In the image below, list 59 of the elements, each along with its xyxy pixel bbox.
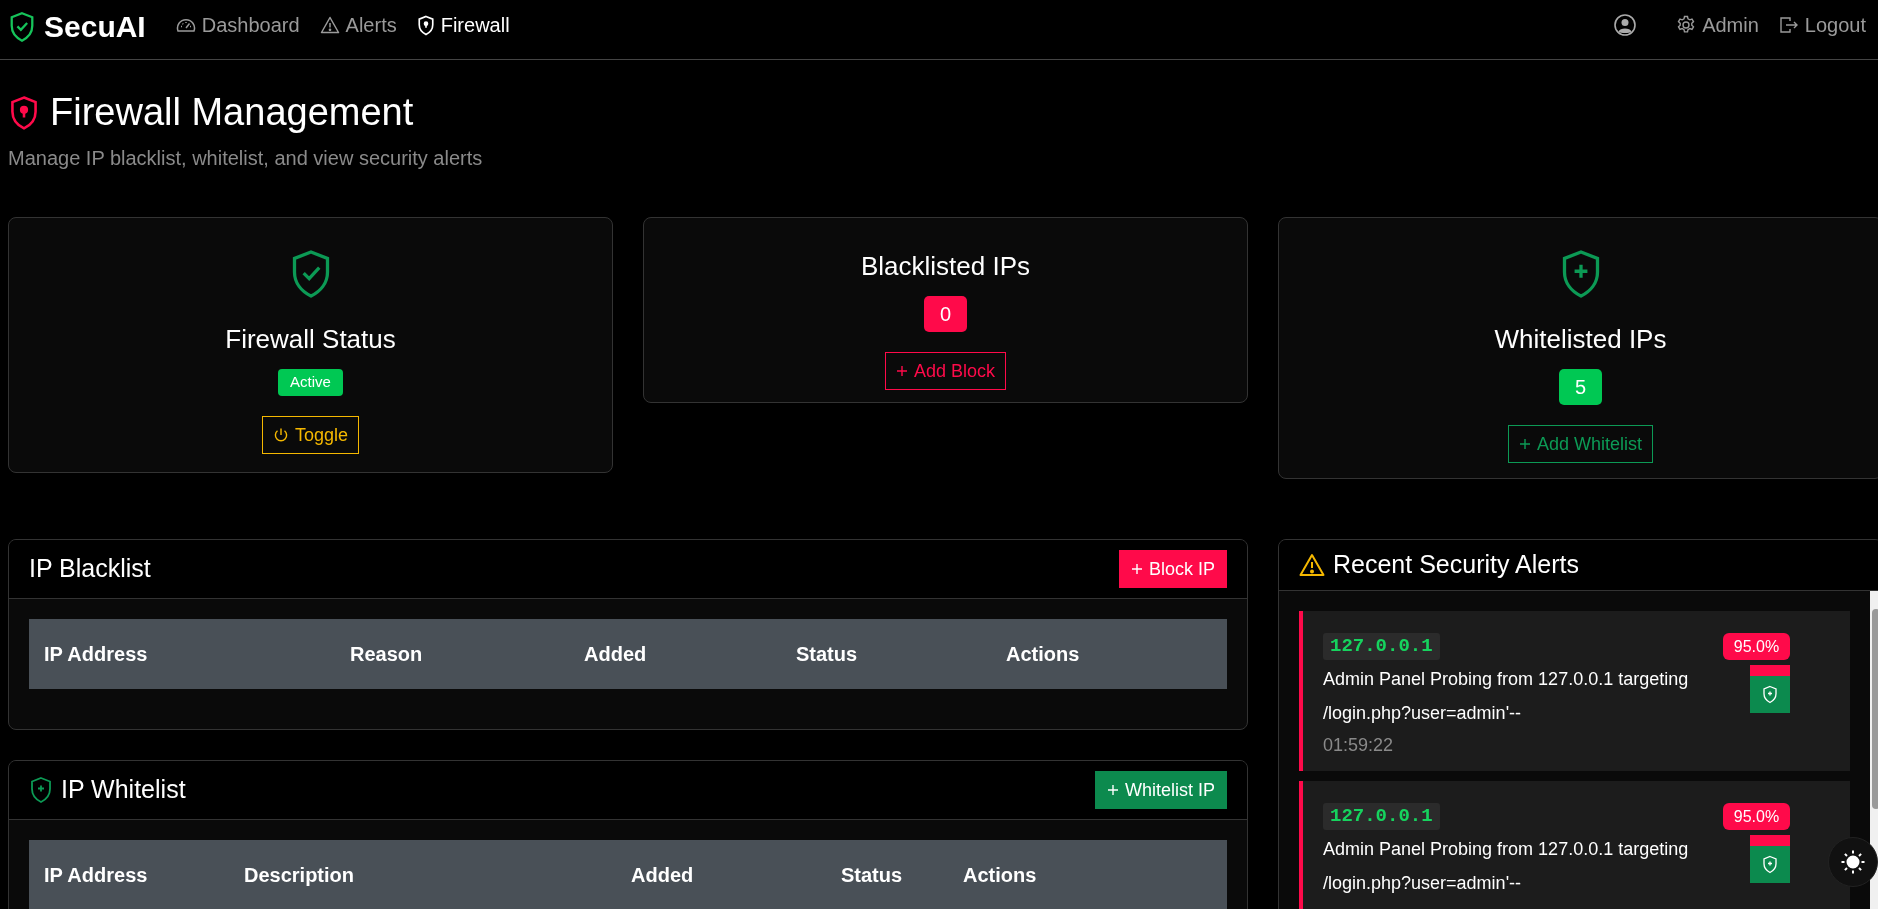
card-title: Firewall Status [225,323,396,356]
card-title: Blacklisted IPs [860,250,1031,283]
gauge-icon [175,17,196,33]
warning-icon [319,16,340,34]
warning-icon [1299,553,1325,577]
user-avatar-icon[interactable] [1614,14,1637,36]
page-title: Firewall Management [50,90,414,135]
shield-plus-icon [1762,685,1778,704]
nav-link[interactable]: Admin [1676,10,1759,40]
alert-message: Admin Panel Probing from 127.0.0.1 targeting /login.php?user=admin'-- [1323,668,1690,725]
card-title: Whitelisted IPs [1494,323,1667,356]
shield-plus-icon [29,776,53,804]
logout-icon [1778,16,1799,34]
nav-link[interactable]: Dashboard [175,10,300,40]
whitelist-ip-button[interactable]: Whitelist IP [1094,771,1227,809]
alert-message: Admin Panel Probing from 127.0.0.1 targeting /login.php?user=admin'-- [1323,838,1690,895]
column-header: Description [244,863,356,888]
count-badge: 5 [1559,369,1602,405]
settings-icon [1676,15,1697,35]
brand-logo[interactable]: SecuAI [44,4,146,49]
shield-lock-icon [8,94,40,131]
shield-check-icon [8,10,36,43]
block-ip-button[interactable]: Block IP [1118,550,1227,588]
column-header: IP Address [44,642,149,667]
shield-plus-icon [1762,855,1778,874]
sun-icon [1840,849,1866,875]
page-subtitle: Manage IP blacklist, whitelist, and view security alerts [8,146,484,171]
column-header: Actions [963,863,1038,888]
column-header: Status [796,642,859,667]
confidence-badge: 95.0% [1723,633,1790,660]
plus-icon [895,365,908,377]
ip-address: 127.0.0.1 [1323,803,1440,830]
nav-link[interactable]: Logout [1778,10,1866,40]
column-header: IP Address [44,863,149,888]
shield-lock-icon [416,14,435,36]
plus-icon [1518,438,1531,450]
ip-address: 127.0.0.1 [1323,633,1440,660]
column-header: Actions [1006,642,1081,667]
power-icon [272,427,289,443]
nav-link[interactable]: Alerts [319,10,397,40]
add-block-button[interactable]: Add Block [884,352,1006,390]
column-header: Status [841,863,904,888]
alert-time: 01:59:22 [1323,734,1394,757]
nav-link[interactable]: Firewall [416,10,510,40]
column-header: Added [584,642,648,667]
whitelist-button[interactable] [1750,846,1790,883]
count-badge: 0 [924,296,967,332]
plus-icon [1106,784,1119,796]
panel-title: IP Blacklist [29,553,151,585]
add-whitelist-button[interactable]: Add Whitelist [1507,425,1653,463]
status-badge: Active [278,369,343,396]
panel-title: Recent Security Alerts [1333,549,1579,581]
panel-title: IP Whitelist [61,774,186,806]
plus-icon [1130,563,1143,575]
column-header: Reason [350,642,424,667]
toggle-button[interactable]: Toggle [261,416,359,454]
whitelist-button[interactable] [1750,676,1790,713]
confidence-badge: 95.0% [1723,803,1790,830]
column-header: Added [631,863,695,888]
